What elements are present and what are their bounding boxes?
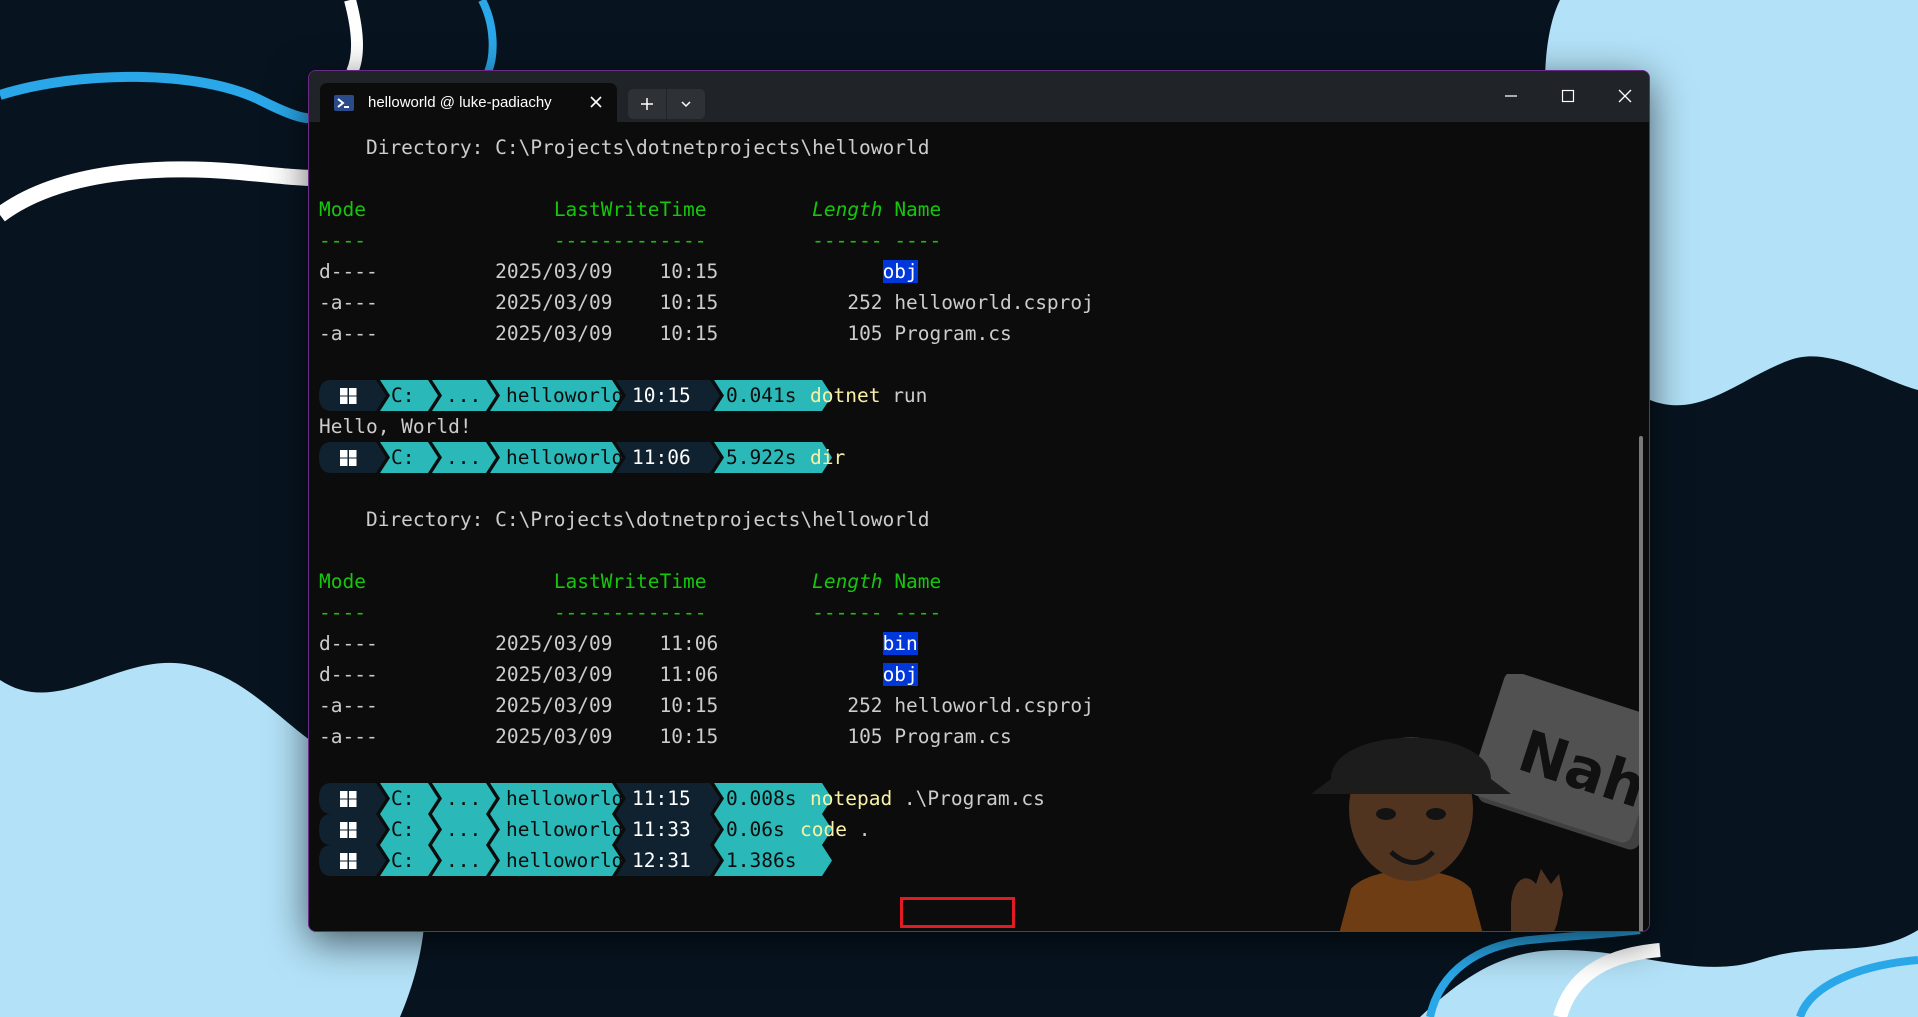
prompt-folder: helloworld bbox=[506, 818, 623, 841]
scrollbar[interactable] bbox=[1639, 436, 1643, 931]
table-row: -a--- 2025/03/09 10:15 252 helloworld.cs… bbox=[319, 694, 1094, 717]
command-name: dotnet bbox=[810, 384, 881, 407]
prompt-duration: 0.008s bbox=[726, 787, 796, 810]
close-tab-icon[interactable] bbox=[589, 95, 603, 109]
header-lastwritetime: LastWriteTime bbox=[553, 570, 707, 593]
prompt-drive: C: bbox=[391, 384, 414, 407]
tab-dropdown-button[interactable] bbox=[667, 89, 705, 119]
listing-header: Mode LastWriteTime Length Name bbox=[319, 194, 941, 225]
close-window-button[interactable] bbox=[1597, 81, 1649, 111]
prompt-line: C:... helloworld 11:06 5.922s dir bbox=[319, 442, 919, 473]
prompt-time: 12:31 bbox=[632, 849, 691, 872]
directory-line: Directory: C:\Projects\dotnetprojects\he… bbox=[319, 136, 930, 159]
prompt-folder: helloworld bbox=[506, 849, 623, 872]
program-output: Hello, World! bbox=[319, 415, 472, 438]
plus-icon bbox=[641, 98, 653, 110]
prompt-duration: 5.922s bbox=[726, 446, 796, 469]
header-name: Name bbox=[894, 198, 942, 221]
command-name: code bbox=[800, 818, 847, 841]
command-text: dir bbox=[810, 442, 845, 473]
listing-rule: ---- ------------- ------ ---- bbox=[319, 601, 942, 624]
directory-name: obj bbox=[882, 663, 918, 686]
close-icon bbox=[1618, 89, 1632, 103]
prompt-drive: C: bbox=[391, 446, 414, 469]
command-text: dotnet run bbox=[810, 380, 927, 411]
prompt-drive: C: bbox=[391, 818, 414, 841]
prompt-time: 11:33 bbox=[632, 818, 691, 841]
command-text: notepad .\Program.cs bbox=[810, 783, 1045, 814]
memoji-sticker: Nah. bbox=[1311, 674, 1641, 931]
prompt-drive: C: bbox=[391, 849, 414, 872]
command-name: dir bbox=[810, 446, 846, 469]
header-name: Name bbox=[894, 570, 942, 593]
listing-header: Mode LastWriteTime Length Name bbox=[319, 566, 941, 597]
prompt-line: C:... helloworld 11:15 0.008s notepad .\Pro… bbox=[319, 783, 1045, 814]
prompt-folder: helloworld bbox=[506, 446, 623, 469]
header-mode: Mode bbox=[319, 570, 366, 593]
tab-title: helloworld @ luke-padiachy bbox=[368, 94, 552, 111]
table-row: d---- 2025/03/09 10:15 obj bbox=[319, 260, 918, 283]
command-args: run bbox=[880, 384, 928, 407]
title-bar[interactable]: helloworld @ luke-padiachy bbox=[309, 71, 1649, 122]
powershell-icon bbox=[334, 94, 354, 111]
command-name: notepad bbox=[810, 787, 893, 810]
prompt-ellipsis: ... bbox=[446, 446, 481, 469]
header-lastwritetime: LastWriteTime bbox=[553, 198, 707, 221]
prompt-line: C:... helloworld 11:33 0.06s code . bbox=[319, 814, 919, 845]
header-length: Length bbox=[812, 198, 883, 221]
prompt-duration: 0.041s bbox=[726, 384, 796, 407]
prompt-folder: helloworld bbox=[506, 384, 623, 407]
maximize-button[interactable] bbox=[1540, 81, 1596, 111]
new-tab-button[interactable] bbox=[628, 89, 666, 119]
prompt-ellipsis: ... bbox=[446, 849, 481, 872]
prompt-drive: C: bbox=[391, 787, 414, 810]
prompt-ellipsis: ... bbox=[446, 787, 481, 810]
prompt-folder: helloworld bbox=[506, 787, 623, 810]
highlight-box bbox=[900, 897, 1015, 928]
header-mode: Mode bbox=[319, 198, 366, 221]
minimize-icon bbox=[1505, 95, 1517, 97]
prompt-segments: C:... helloworld 12:31 1.386s bbox=[319, 845, 832, 876]
minimize-button[interactable] bbox=[1483, 81, 1539, 111]
table-row: d---- 2025/03/09 11:06 bin bbox=[319, 632, 918, 655]
prompt-time: 11:06 bbox=[632, 446, 691, 469]
listing-rule: ---- ------------- ------ ---- bbox=[319, 229, 942, 252]
table-row: -a--- 2025/03/09 10:15 105 Program.cs bbox=[319, 322, 1012, 345]
prompt-duration: 1.386s bbox=[726, 849, 796, 872]
chevron-down-icon bbox=[681, 101, 691, 108]
command-text: code . bbox=[800, 814, 870, 845]
table-row: -a--- 2025/03/09 10:15 252 helloworld.cs… bbox=[319, 291, 1094, 314]
prompt-line: C:... helloworld 10:15 0.041s dotnet run bbox=[319, 380, 927, 411]
directory-name: bin bbox=[882, 632, 918, 655]
directory-line: Directory: C:\Projects\dotnetprojects\he… bbox=[319, 508, 930, 531]
prompt-ellipsis: ... bbox=[446, 384, 481, 407]
maximize-icon bbox=[1561, 89, 1575, 103]
table-row: -a--- 2025/03/09 10:15 105 Program.cs bbox=[319, 725, 1012, 748]
prompt-time: 11:15 bbox=[632, 787, 691, 810]
command-args: .\Program.cs bbox=[892, 787, 1045, 810]
terminal-output[interactable]: Nah. Directory: C:\Projects\dotnetprojec… bbox=[309, 122, 1649, 931]
header-length: Length bbox=[812, 570, 883, 593]
tab-helloworld[interactable]: helloworld @ luke-padiachy bbox=[320, 83, 617, 122]
prompt-ellipsis: ... bbox=[446, 818, 481, 841]
terminal-window: helloworld @ luke-padiachy Nah. Director… bbox=[308, 70, 1650, 932]
prompt-time: 10:15 bbox=[632, 384, 691, 407]
table-row: d---- 2025/03/09 11:06 obj bbox=[319, 663, 918, 686]
prompt-duration: 0.06s bbox=[726, 818, 785, 841]
prompt-line: C:... helloworld 12:31 1.386s bbox=[319, 845, 919, 876]
directory-name: obj bbox=[882, 260, 918, 283]
command-args: . bbox=[846, 818, 871, 841]
